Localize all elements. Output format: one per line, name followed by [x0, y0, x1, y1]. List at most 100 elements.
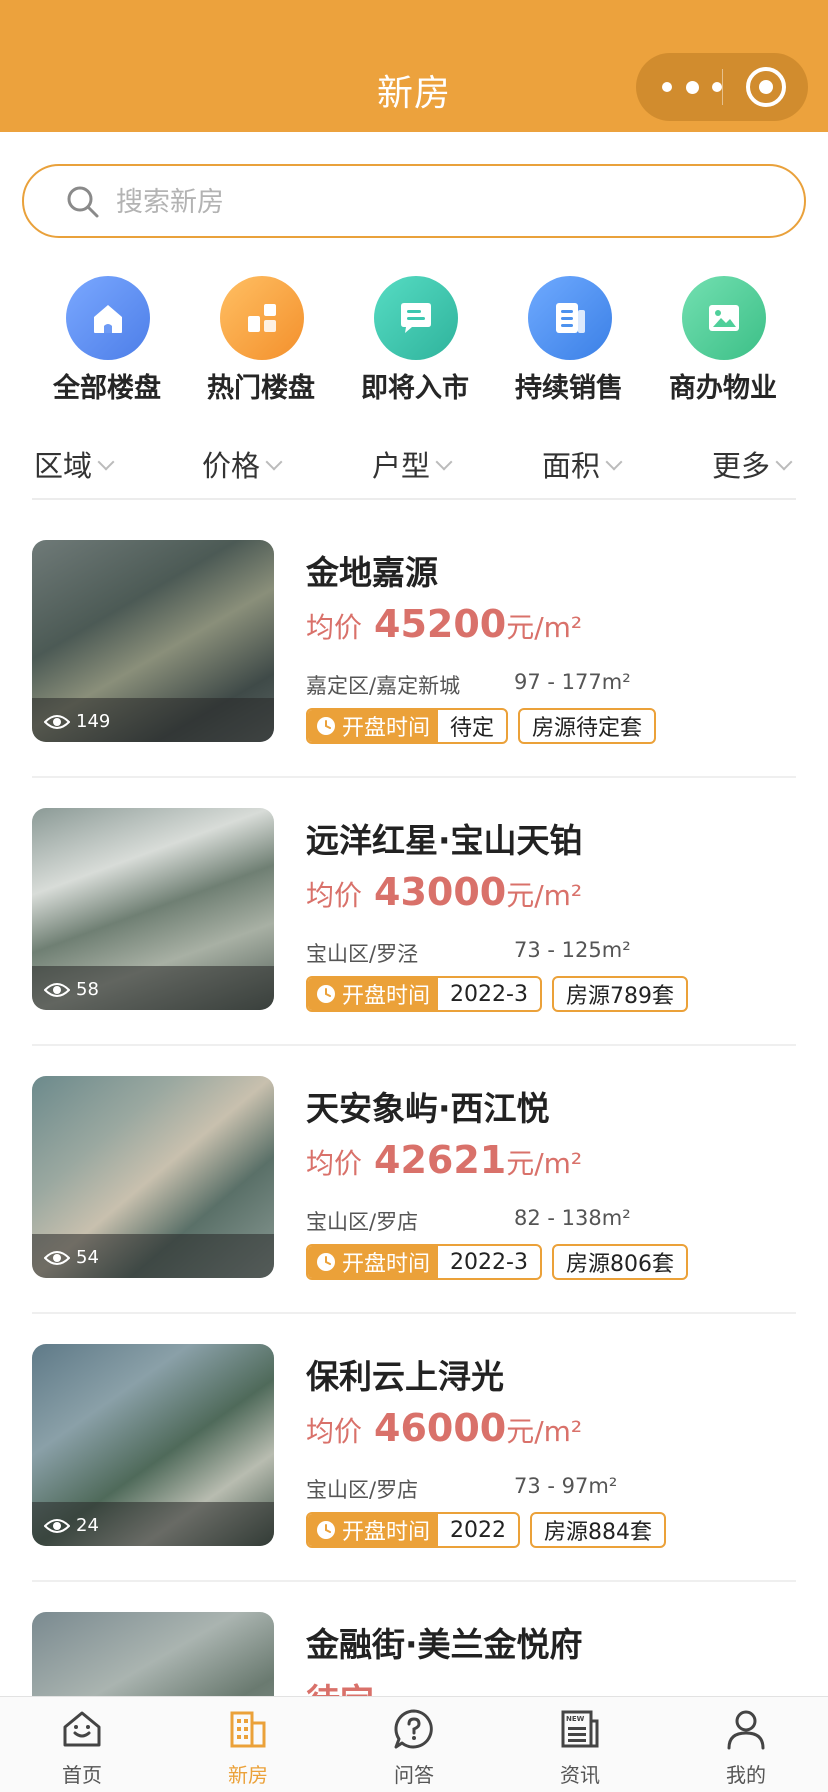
listing-price: 均价 45200 元/m² [306, 602, 582, 646]
category-hot[interactable]: 热门楼盘 [186, 270, 336, 410]
category-upcoming[interactable]: 即将入市 [340, 270, 490, 410]
listing-price: 均价 46000 元/m² [306, 1406, 582, 1450]
tab-label: 资讯 [560, 1763, 600, 1787]
chat-icon [374, 276, 458, 360]
filter-label: 区域 [34, 449, 93, 483]
filter-layout[interactable]: 户型 [372, 442, 453, 486]
house-icon [66, 276, 150, 360]
listing-image [32, 1612, 274, 1696]
open-time-label: 开盘时间 [342, 1520, 431, 1545]
chevron-down-icon [97, 453, 115, 471]
more-icon[interactable] [662, 53, 722, 121]
stock-tag: 房源806套 [551, 1244, 688, 1280]
listing-tags: 开盘时间 2022-3 房源806套 [306, 1244, 688, 1280]
view-count-value: 149 [76, 711, 111, 732]
image-icon [682, 276, 766, 360]
home-smile-icon [63, 1711, 101, 1747]
open-time-label: 开盘时间 [342, 984, 431, 1009]
category-on-sale[interactable]: 持续销售 [494, 270, 644, 410]
tab-profile[interactable]: 我的 [686, 1697, 806, 1792]
listing-area: 97 - 177m² [514, 670, 631, 694]
filter-bar: 区域 价格 户型 面积 更多 [32, 436, 796, 500]
eye-icon [44, 982, 70, 997]
listing-title: 金融街·美兰金悦府 [306, 1625, 583, 1664]
view-count: 149 [44, 711, 110, 732]
listing-tags: 开盘时间 2022 房源884套 [306, 1512, 667, 1548]
chevron-down-icon [605, 453, 623, 471]
open-time-value: 2022-3 [450, 1249, 528, 1275]
clock-icon [317, 1253, 335, 1271]
tab-label: 问答 [394, 1763, 434, 1787]
listing-card[interactable]: 149 金地嘉源 均价 45200 元/m² 嘉定区/嘉定新城 97 - 177m²… [32, 510, 796, 778]
open-time-value: 2022-3 [450, 981, 528, 1007]
tab-qa[interactable]: 问答 [354, 1697, 474, 1792]
listing-card[interactable]: 54 天安象屿·西江悦 均价 42621 元/m² 宝山区/罗店 82 - 138m… [32, 1046, 796, 1314]
listing-area: 73 - 97m² [514, 1474, 618, 1498]
listing-location: 嘉定区/嘉定新城 [306, 674, 461, 698]
stock-tag: 房源884套 [530, 1512, 667, 1548]
price-prefix: 均价 [306, 611, 363, 644]
filter-area[interactable]: 面积 [542, 442, 623, 486]
listing-area: 82 - 138m² [514, 1206, 631, 1230]
document-icon [528, 276, 612, 360]
clock-icon [317, 1521, 335, 1539]
stock-tag: 房源789套 [551, 976, 688, 1012]
price-prefix: 均价 [306, 1147, 363, 1180]
open-time-label: 开盘时间 [342, 1252, 431, 1277]
category-label: 商办物业 [669, 373, 777, 404]
price-value: 43000 [374, 870, 507, 914]
listing-image: 54 [32, 1076, 274, 1278]
listing-tags: 开盘时间 待定 房源待定套 [306, 708, 657, 744]
tab-news[interactable]: NEW 资讯 [520, 1697, 640, 1792]
filter-region[interactable]: 区域 [34, 442, 115, 486]
listing-image: 24 [32, 1344, 274, 1546]
listing-title: 保利云上浔光 [306, 1357, 504, 1396]
filter-price[interactable]: 价格 [202, 442, 283, 486]
listing-card[interactable]: 金融街·美兰金悦府 待定 [32, 1582, 796, 1696]
chevron-down-icon [265, 453, 283, 471]
listing-location: 宝山区/罗店 [306, 1478, 419, 1502]
open-time-value: 待定 [450, 716, 495, 741]
listing-card[interactable]: 58 远洋红星·宝山天铂 均价 43000 元/m² 宝山区/罗泾 73 - 125… [32, 778, 796, 1046]
filter-label: 价格 [202, 449, 261, 483]
category-label: 持续销售 [515, 373, 623, 404]
listing-price: 待定 [306, 1674, 374, 1696]
search-input[interactable] [116, 178, 756, 226]
view-count-value: 58 [76, 979, 99, 1000]
category-all[interactable]: 全部楼盘 [32, 270, 182, 410]
listing-image: 149 [32, 540, 274, 742]
category-commercial[interactable]: 商办物业 [648, 270, 798, 410]
news-icon: NEW [561, 1710, 599, 1748]
price-unit: 元/m² [506, 611, 583, 644]
category-label: 即将入市 [361, 373, 469, 404]
listing-image: 58 [32, 808, 274, 1010]
filter-more[interactable]: 更多 [712, 442, 793, 486]
filter-label: 面积 [542, 449, 601, 483]
clock-icon [317, 717, 335, 735]
view-count: 24 [44, 1515, 99, 1536]
tab-new-homes[interactable]: 新房 [188, 1697, 308, 1792]
eye-icon [44, 714, 70, 729]
filter-label: 更多 [712, 449, 771, 483]
tab-label: 首页 [62, 1763, 102, 1787]
miniprogram-capsule [636, 53, 808, 121]
category-label: 热门楼盘 [207, 373, 315, 404]
search-icon [67, 186, 99, 218]
view-count-value: 24 [76, 1515, 99, 1536]
price-unit: 元/m² [506, 1415, 583, 1448]
listing-title: 天安象屿·西江悦 [306, 1089, 550, 1128]
building-icon [230, 1711, 266, 1748]
listing-price: 均价 43000 元/m² [306, 870, 582, 914]
question-bubble-icon [394, 1709, 433, 1749]
stock-tag: 房源待定套 [518, 708, 657, 744]
capsule-divider [722, 69, 723, 105]
listing-title: 金地嘉源 [306, 553, 438, 592]
tab-home[interactable]: 首页 [22, 1697, 142, 1792]
listing-price: 均价 42621 元/m² [306, 1138, 582, 1182]
search-bar[interactable] [22, 164, 806, 238]
view-count-value: 54 [76, 1247, 99, 1268]
open-time-tag: 开盘时间 2022-3 [306, 976, 542, 1012]
clock-icon [317, 985, 335, 1003]
listing-card[interactable]: 24 保利云上浔光 均价 46000 元/m² 宝山区/罗店 73 - 97m² 开… [32, 1314, 796, 1582]
close-miniprogram-icon[interactable] [746, 67, 786, 107]
